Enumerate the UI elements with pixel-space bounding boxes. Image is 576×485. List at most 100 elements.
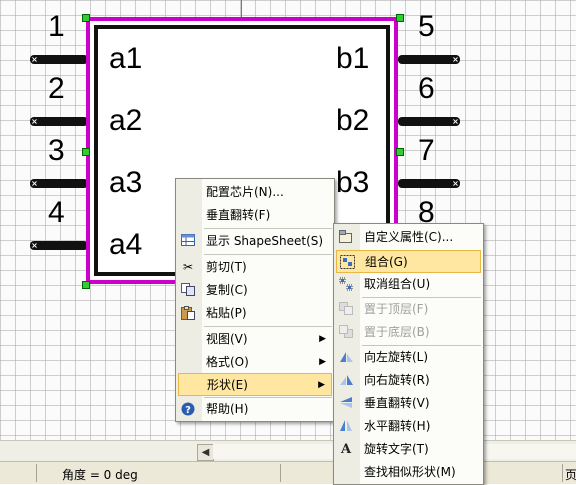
rotate-text-icon: A: [340, 442, 352, 457]
submenu-item-rotate-left[interactable]: 向左旋转(L): [334, 346, 483, 369]
chip-label: b2: [336, 104, 370, 137]
menu-item-format[interactable]: 格式(O) ▶: [176, 351, 334, 374]
status-divider: [562, 464, 563, 482]
scissors-icon: ✂: [182, 260, 194, 274]
menu-item-label: 查找相似形状(M): [364, 465, 456, 479]
copy-icon: [180, 283, 196, 298]
pin-6[interactable]: ×: [398, 117, 460, 126]
selection-handle[interactable]: [396, 14, 404, 22]
submenu-item-send-to-back: 置于底层(B): [334, 321, 483, 344]
pin-marker-icon: ×: [31, 179, 38, 188]
pin-number: 2: [48, 72, 65, 105]
submenu-item-custom-properties[interactable]: 自定义属性(C)...: [334, 226, 483, 249]
menu-item-view[interactable]: 视图(V) ▶: [176, 328, 334, 351]
menu-item-copy[interactable]: 复制(C): [176, 279, 334, 302]
status-bar: 角度 = 0 deg 页: [0, 461, 576, 484]
submenu-item-rotate-text[interactable]: A 旋转文字(T): [334, 438, 483, 461]
menu-item-label: 帮助(H): [206, 402, 249, 416]
menu-item-label: 旋转文字(T): [364, 442, 429, 456]
bring-front-icon: [338, 302, 354, 317]
chip-label: a4: [109, 228, 143, 261]
pin-number: 4: [48, 196, 65, 229]
menu-item-show-shapesheet[interactable]: 显示 ShapeSheet(S): [176, 230, 334, 253]
menu-item-label: 向左旋转(L): [364, 350, 429, 364]
selection-handle[interactable]: [82, 281, 90, 289]
pin-number: 1: [48, 10, 65, 43]
submenu-item-flip-vertical[interactable]: 垂直翻转(V): [334, 392, 483, 415]
menu-item-label: 水平翻转(H): [364, 419, 431, 433]
status-divider: [36, 464, 37, 482]
menu-item-label: 显示 ShapeSheet(S): [206, 234, 324, 248]
submenu-item-find-similar[interactable]: 查找相似形状(M): [334, 461, 483, 484]
selection-handle[interactable]: [82, 148, 90, 156]
menu-item-label: 向右旋转(R): [364, 373, 430, 387]
scroll-left-icon[interactable]: ◀: [197, 444, 214, 461]
menu-item-label: 粘贴(P): [206, 306, 247, 320]
rotate-left-icon: [338, 350, 354, 365]
submenu-arrow-icon: ▶: [319, 334, 326, 344]
pin-marker-icon: ×: [452, 117, 459, 126]
flip-horizontal-icon: [338, 419, 354, 434]
selection-handle[interactable]: [396, 148, 404, 156]
shape-submenu: 自定义属性(C)... 组合(G) 取消组合(U) 置于顶层(F) 置于底层(B…: [333, 223, 484, 485]
menu-item-label: 视图(V): [206, 332, 248, 346]
chip-label: a3: [109, 166, 143, 199]
horizontal-scrollbar[interactable]: ◀: [0, 440, 576, 461]
angle-readout: 角度 = 0 deg: [62, 468, 138, 482]
menu-item-shape[interactable]: 形状(E) ▶: [178, 373, 332, 396]
submenu-arrow-icon: ▶: [319, 357, 326, 367]
send-back-icon: [338, 325, 354, 340]
submenu-item-ungroup[interactable]: 取消组合(U): [334, 273, 483, 296]
chip-label: a2: [109, 104, 143, 137]
pin-marker-icon: ×: [31, 55, 38, 64]
pin-7[interactable]: ×: [398, 179, 460, 188]
menu-item-label: 取消组合(U): [364, 277, 431, 291]
menu-item-label: 复制(C): [206, 283, 248, 297]
menu-item-help[interactable]: ? 帮助(H): [176, 398, 334, 421]
pin-marker-icon: ×: [452, 179, 459, 188]
group-icon: [339, 255, 355, 270]
submenu-arrow-icon: ▶: [318, 380, 325, 390]
pin-2[interactable]: ×: [30, 117, 88, 126]
menu-item-label: 剪切(T): [206, 260, 247, 274]
menu-item-label: 配置芯片(N)...: [206, 185, 284, 199]
menu-item-label: 置于底层(B): [364, 325, 430, 339]
menu-item-cut[interactable]: ✂ 剪切(T): [176, 256, 334, 279]
chip-label: a1: [109, 42, 143, 75]
menu-item-label: 垂直翻转(F): [206, 208, 271, 222]
pin-number: 3: [48, 134, 65, 167]
connector-line: [241, 0, 242, 18]
pin-marker-icon: ×: [31, 241, 38, 250]
status-divider: [280, 464, 281, 482]
selection-handle[interactable]: [82, 14, 90, 22]
chip-label: b1: [336, 42, 370, 75]
pin-3[interactable]: ×: [30, 179, 88, 188]
submenu-item-group[interactable]: 组合(G): [336, 250, 481, 273]
pin-4[interactable]: ×: [30, 241, 88, 250]
pin-number: 7: [418, 134, 435, 167]
menu-item-label: 置于顶层(F): [364, 302, 429, 316]
help-icon: ?: [180, 402, 196, 417]
ungroup-icon: [338, 277, 354, 292]
menu-item-label: 格式(O): [206, 355, 249, 369]
menu-item-configure-chip[interactable]: 配置芯片(N)...: [176, 181, 334, 204]
chip-label: b3: [336, 166, 370, 199]
pin-marker-icon: ×: [452, 55, 459, 64]
menu-item-flip-vertical[interactable]: 垂直翻转(F): [176, 204, 334, 227]
submenu-item-flip-horizontal[interactable]: 水平翻转(H): [334, 415, 483, 438]
page-indicator: 页: [565, 468, 576, 482]
menu-separator: [204, 254, 332, 255]
menu-item-label: 组合(G): [365, 255, 408, 269]
flip-vertical-icon: [338, 396, 354, 411]
menu-item-paste[interactable]: 粘贴(P): [176, 302, 334, 325]
custom-props-icon: [338, 230, 354, 245]
pin-5[interactable]: ×: [398, 55, 460, 64]
menu-item-label: 自定义属性(C)...: [364, 230, 454, 244]
rotate-right-icon: [338, 373, 354, 388]
submenu-item-rotate-right[interactable]: 向右旋转(R): [334, 369, 483, 392]
menu-separator: [204, 228, 332, 229]
table-icon: [180, 234, 196, 249]
context-menu: 配置芯片(N)... 垂直翻转(F) 显示 ShapeSheet(S) ✂ 剪切…: [175, 178, 335, 422]
svg-text:?: ?: [185, 405, 191, 416]
pin-1[interactable]: ×: [30, 55, 88, 64]
